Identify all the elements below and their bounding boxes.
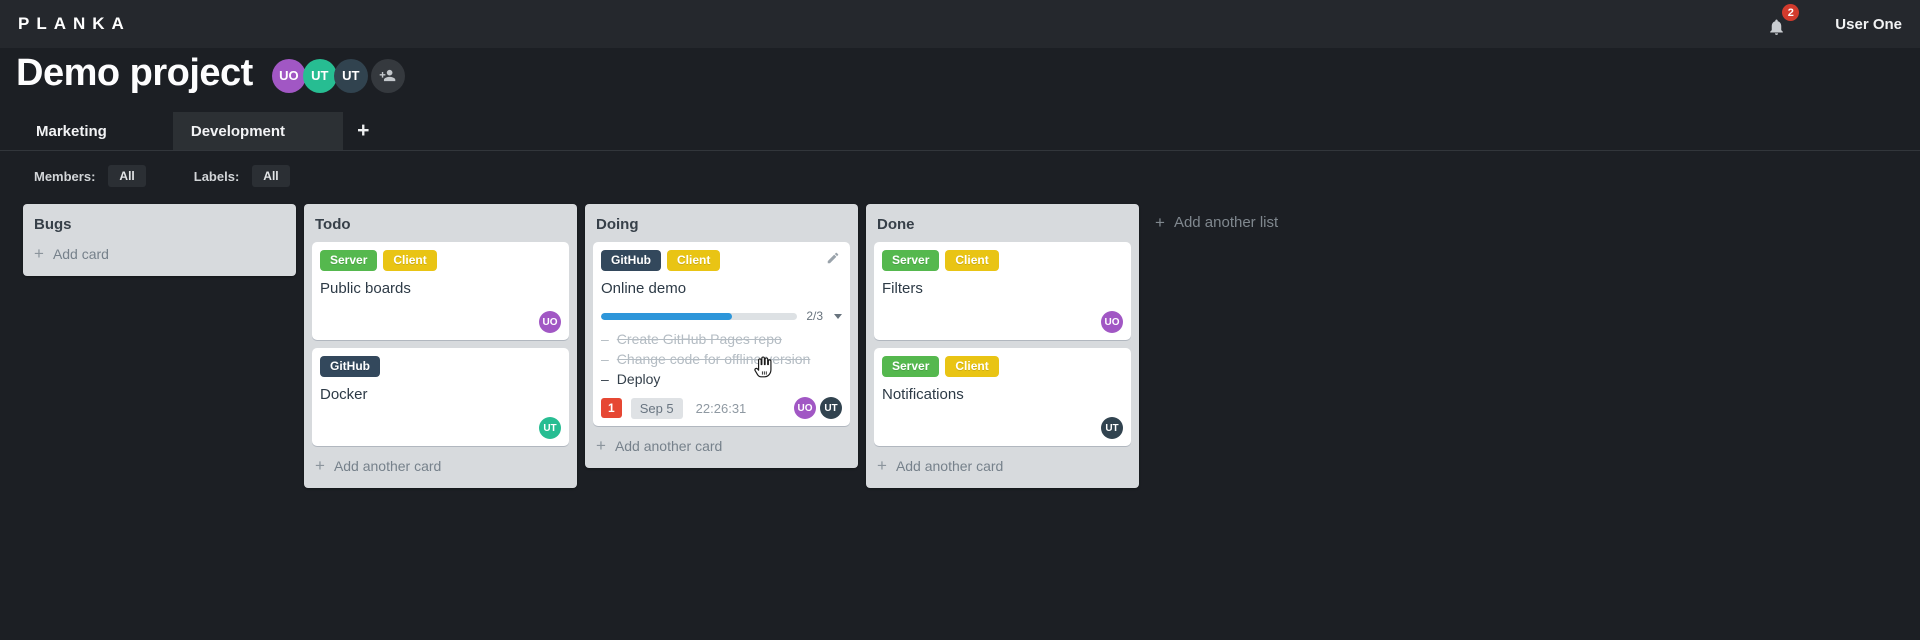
progress-fraction: 2/3 [806, 309, 823, 323]
notification-badge: 2 [1782, 4, 1800, 21]
card-notifications[interactable]: Server Client Notifications UT [874, 348, 1131, 446]
label-github: GitHub [601, 250, 661, 271]
add-board-button[interactable]: + [343, 112, 383, 150]
plus-icon: + [877, 456, 887, 475]
avatar: UO [1101, 311, 1123, 333]
card-labels: GitHub [320, 356, 561, 377]
plus-icon: + [315, 456, 325, 475]
user-menu[interactable]: User One [1835, 16, 1902, 33]
project-title[interactable]: Demo project [16, 52, 253, 95]
list-name[interactable]: Done [866, 204, 1139, 242]
card-labels: Server Client [882, 250, 1123, 271]
pencil-icon [827, 252, 839, 264]
card-title: Docker [320, 386, 368, 403]
board: Bugs + Add card Todo Server Client Publi… [23, 204, 1139, 488]
members-filter-value[interactable]: All [108, 165, 146, 187]
add-list-label: Add another list [1173, 214, 1279, 231]
members-filter-label: Members: [34, 168, 96, 184]
avatar[interactable]: UT [302, 58, 337, 93]
avatar: UT [820, 397, 842, 419]
timer-badge[interactable]: 22:26:31 [696, 401, 747, 416]
progress-fill [601, 312, 732, 320]
label-client: Client [945, 356, 999, 377]
list-bugs: Bugs + Add card [23, 204, 296, 276]
bell-icon [1770, 19, 1784, 35]
filter-bar: Members: All Labels: All [34, 162, 290, 190]
card-filters[interactable]: Server Client Filters UO [874, 242, 1131, 340]
list-name[interactable]: Bugs [23, 204, 296, 242]
due-date-badge[interactable]: Sep 5 [630, 397, 683, 419]
task-dash: – [601, 331, 609, 347]
add-another-card-button[interactable]: + Add another card [304, 454, 577, 484]
add-card-label: Add another card [614, 438, 723, 454]
avatar: UT [539, 417, 561, 439]
add-card-button[interactable]: + Add card [23, 242, 296, 272]
card-title: Notifications [882, 386, 964, 403]
list-doing: Doing GitHub Client Online demo 2/3 – Cr… [585, 204, 858, 468]
add-another-card-button[interactable]: + Add another card [585, 434, 858, 464]
avatar: UT [1101, 417, 1123, 439]
add-member-button[interactable] [370, 58, 405, 93]
list-name[interactable]: Doing [585, 204, 858, 242]
label-github: GitHub [320, 356, 380, 377]
card-title: Online demo [601, 280, 687, 297]
label-server: Server [320, 250, 378, 271]
task-dash: – [601, 351, 609, 367]
label-server: Server [882, 356, 940, 377]
add-card-label: Add card [52, 246, 109, 262]
add-another-card-button[interactable]: + Add another card [866, 454, 1139, 484]
card-public-boards[interactable]: Server Client Public boards UO [312, 242, 569, 340]
add-another-list-button[interactable]: + Add another list [1143, 206, 1290, 239]
planka-logo[interactable]: PLANKA [18, 14, 131, 34]
card-title: Public boards [320, 280, 411, 297]
avatar[interactable]: UT [333, 58, 368, 93]
list-name[interactable]: Todo [304, 204, 577, 242]
tab-development[interactable]: Development [172, 112, 344, 150]
card-labels: Server Client [320, 250, 561, 271]
plus-icon: + [34, 244, 44, 263]
notification-count-badge: 1 [601, 398, 622, 418]
project-header: Demo project UO UT UT [16, 52, 405, 95]
avatar: UO [794, 397, 816, 419]
topbar: PLANKA 2 User One [0, 0, 1920, 48]
task-dash: – [601, 371, 609, 387]
avatar[interactable]: UO [271, 58, 306, 93]
board-tabs: Marketing Development + [0, 112, 1920, 151]
task-item[interactable]: – Change code for offline version [601, 349, 842, 369]
person-add-icon [380, 69, 396, 82]
plus-icon: + [1155, 212, 1165, 232]
label-client: Client [945, 250, 999, 271]
add-card-label: Add another card [895, 458, 1004, 474]
card-badges: 1 Sep 5 22:26:31 UO UT [601, 397, 842, 419]
progress-bar [601, 312, 798, 320]
chevron-down-icon[interactable] [834, 313, 842, 319]
plus-icon: + [357, 119, 370, 142]
labels-filter-label: Labels: [193, 168, 240, 184]
label-client: Client [667, 250, 721, 271]
avatar: UO [539, 311, 561, 333]
tab-marketing[interactable]: Marketing [16, 112, 127, 150]
task-item[interactable]: – Create GitHub Pages repo [601, 329, 842, 349]
add-card-label: Add another card [333, 458, 442, 474]
plus-icon: + [596, 436, 606, 455]
list-done: Done Server Client Filters UO Server Cli… [866, 204, 1139, 488]
card-labels: Server Client [882, 356, 1123, 377]
card-docker[interactable]: GitHub Docker UT [312, 348, 569, 446]
labels-filter-value[interactable]: All [252, 165, 290, 187]
label-server: Server [882, 250, 940, 271]
card-online-demo[interactable]: GitHub Client Online demo 2/3 – Create G… [593, 242, 850, 426]
notifications-button[interactable]: 2 [1767, 4, 1800, 37]
task-item[interactable]: – Deploy [601, 369, 842, 389]
card-labels: GitHub Client [601, 250, 842, 271]
label-client: Client [383, 250, 437, 271]
project-members: UO UT UT [271, 58, 405, 93]
list-todo: Todo Server Client Public boards UO GitH… [304, 204, 577, 488]
edit-card-button[interactable] [826, 251, 840, 270]
task-progress: 2/3 [601, 309, 842, 323]
card-title: Filters [882, 280, 923, 297]
